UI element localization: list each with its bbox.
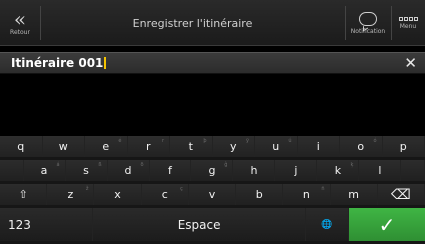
numbers-key[interactable]: 123 [0,208,94,241]
speech-bubble-icon [359,11,377,26]
route-name-value: Itinéraire 001 [11,56,104,70]
back-label: Retour [10,28,30,36]
keyboard-spacer [0,160,24,181]
key-label: v [208,188,216,201]
route-name-input[interactable]: Itinéraire 001 ✕ [0,52,425,74]
key-alt-label: ž [85,186,89,192]
keyboard-row-1: qweérrtþyÿuúioóp [0,136,425,157]
key-alt-label: ß [98,162,102,168]
key-label: c [161,188,168,201]
key-alt-label: ķ [350,162,354,168]
backspace-icon: ⌫ [390,186,411,203]
key-y[interactable]: yÿ [213,136,255,157]
key-label: j [294,164,298,177]
key-c[interactable]: cç [142,184,189,205]
key-label: o [357,140,365,153]
key-label: q [17,140,25,153]
menu-label: Menu [399,22,417,30]
page-title: Enregistrer l'itinéraire [132,16,253,30]
key-label: m [348,188,359,201]
key-label: k [334,164,342,177]
key-alt-label: þ [203,138,207,144]
key-alt-label: ó [373,138,377,144]
text-caret [104,57,107,69]
key-alt-label: ú [288,138,292,144]
keyboard-row-3: ⇧ z ž x c ç v b n ñ m ⌫ [0,184,425,205]
key-alt-label: r [161,138,164,144]
menu-button[interactable]: Menu [391,0,425,46]
back-chevron-icon: « [13,6,27,31]
back-button[interactable]: « Retour [0,0,40,46]
key-w[interactable]: w [43,136,85,157]
key-j[interactable]: j [275,160,318,181]
key-alt-label: ñ [321,186,325,192]
keyboard-spacer [401,160,425,181]
key-alt-label: ĝ [224,162,228,168]
shift-key[interactable]: ⇧ [0,184,48,205]
backspace-key[interactable]: ⌫ [378,184,425,205]
notification-label: Notification [350,27,386,35]
key-k[interactable]: kķ [317,160,360,181]
key-label: s [83,164,89,177]
key-d[interactable]: dð [108,160,150,181]
on-screen-keyboard: qweérrtþyÿuúioóp aásßdðfgĝhjkķl ⇧ zžxcçv… [0,136,425,244]
key-label: t [188,140,193,153]
key-z[interactable]: zž [47,184,95,205]
key-x[interactable]: x [94,184,142,205]
key-label: r [145,140,151,153]
close-icon[interactable]: ✕ [404,54,417,72]
space-key[interactable]: Espace [93,208,306,241]
key-label: w [58,140,68,153]
key-label: x [114,188,121,201]
key-alt-label: ð [140,162,144,168]
key-r[interactable]: rr [128,136,170,157]
key-label: u [272,140,280,153]
key-m[interactable]: m [331,184,378,205]
key-a[interactable]: aá [24,160,66,181]
key-v[interactable]: v [189,184,237,205]
keyboard-row-4: 123 Espace 🌐 ✓ [0,208,425,241]
key-label: i [316,140,320,153]
key-alt-label: ÿ [246,138,249,144]
key-b[interactable]: b [236,184,284,205]
key-label: z [67,188,74,201]
key-n[interactable]: nñ [283,184,331,205]
checkmark-icon: ✓ [378,212,396,237]
key-e[interactable]: eé [85,136,128,157]
key-label: g [208,164,216,177]
key-alt-label: ç [180,186,183,192]
key-l[interactable]: l [359,160,402,181]
key-label: n [302,188,310,201]
key-p[interactable]: p [383,136,425,157]
key-label: b [255,188,263,201]
key-alt-label: é [118,138,122,144]
key-label: p [399,140,407,153]
menu-grid-icon [398,16,418,21]
key-alt-label: á [56,162,60,168]
key-s[interactable]: sß [66,160,108,181]
notification-button[interactable]: Notification [345,0,391,46]
globe-icon: 🌐 [321,219,333,230]
key-label: d [124,164,132,177]
key-label: a [40,164,48,177]
key-label: y [229,140,237,153]
key-o[interactable]: oó [340,136,383,157]
shift-icon: ⇧ [18,188,28,201]
header-bar: « Retour Enregistrer l'itinéraire Notifi… [0,0,425,46]
key-g[interactable]: gĝ [191,160,234,181]
key-label: e [102,140,110,153]
key-i[interactable]: i [298,136,340,157]
keyboard-row-2: aásßdðfgĝhjkķl [0,160,425,181]
key-t[interactable]: tþ [170,136,213,157]
key-label: l [378,164,382,177]
key-f[interactable]: f [150,160,192,181]
confirm-button[interactable]: ✓ [348,208,425,241]
key-u[interactable]: uú [255,136,298,157]
input-text-wrap: Itinéraire 001 [11,56,107,70]
key-h[interactable]: h [233,160,276,181]
key-q[interactable]: q [0,136,43,157]
key-label: f [168,164,172,177]
key-label: h [250,164,258,177]
language-key[interactable]: 🌐 [305,208,349,241]
